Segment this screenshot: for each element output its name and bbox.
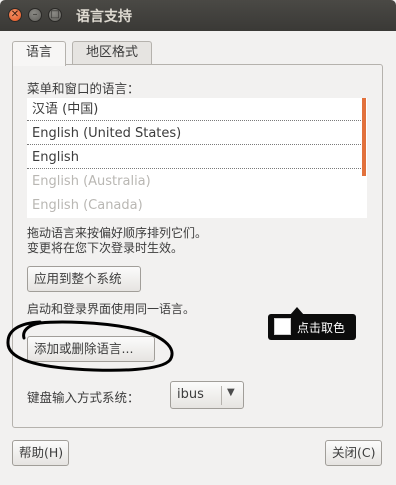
title-bar: ✕ – □ 语言支持 xyxy=(0,0,396,31)
input-method-value: ibus xyxy=(177,387,204,402)
maximize-window-icon[interactable]: □ xyxy=(48,8,62,22)
language-item-english-us[interactable]: English (United States) xyxy=(27,122,361,145)
tab-language[interactable]: 语言 xyxy=(12,41,67,66)
color-picker-tooltip: 点击取色 xyxy=(268,307,356,340)
window-title: 语言支持 xyxy=(76,9,132,25)
language-item-english[interactable]: English xyxy=(27,146,361,169)
apply-hint: 启动和登录界面使用同一语言。 xyxy=(27,302,196,316)
input-method-combo[interactable]: ibus ▼ xyxy=(170,381,244,409)
language-item-english-canada[interactable]: English (Canada) xyxy=(27,194,361,217)
combo-separator xyxy=(221,386,222,405)
language-item-english-australia[interactable]: English (Australia) xyxy=(27,170,361,193)
color-swatch xyxy=(274,318,291,335)
apply-system-wide-button[interactable]: 应用到整个系统 xyxy=(27,266,141,292)
color-picker-label: 点击取色 xyxy=(297,321,346,335)
help-button[interactable]: 帮助(H) xyxy=(12,440,69,466)
language-list-scrollbar[interactable] xyxy=(362,98,366,176)
tooltip-notch xyxy=(290,307,304,315)
minimize-window-icon[interactable]: – xyxy=(28,8,42,22)
language-item-chinese[interactable]: 汉语 (中国) xyxy=(27,98,361,121)
dropdown-arrow-icon: ▼ xyxy=(227,387,235,398)
language-list[interactable]: 汉语 (中国) English (United States) English … xyxy=(27,98,367,218)
input-method-label: 键盘输入方式系统： xyxy=(27,390,140,405)
relogin-hint: 变更将在您下次登录时生效。 xyxy=(27,241,184,255)
close-button[interactable]: 关闭(C) xyxy=(325,440,382,466)
tab-regional-formats[interactable]: 地区格式 xyxy=(72,41,153,65)
add-remove-languages-button[interactable]: 添加或删除语言... xyxy=(27,336,155,362)
language-list-heading: 菜单和窗口的语言： xyxy=(27,81,140,96)
close-window-icon[interactable]: ✕ xyxy=(8,8,22,22)
